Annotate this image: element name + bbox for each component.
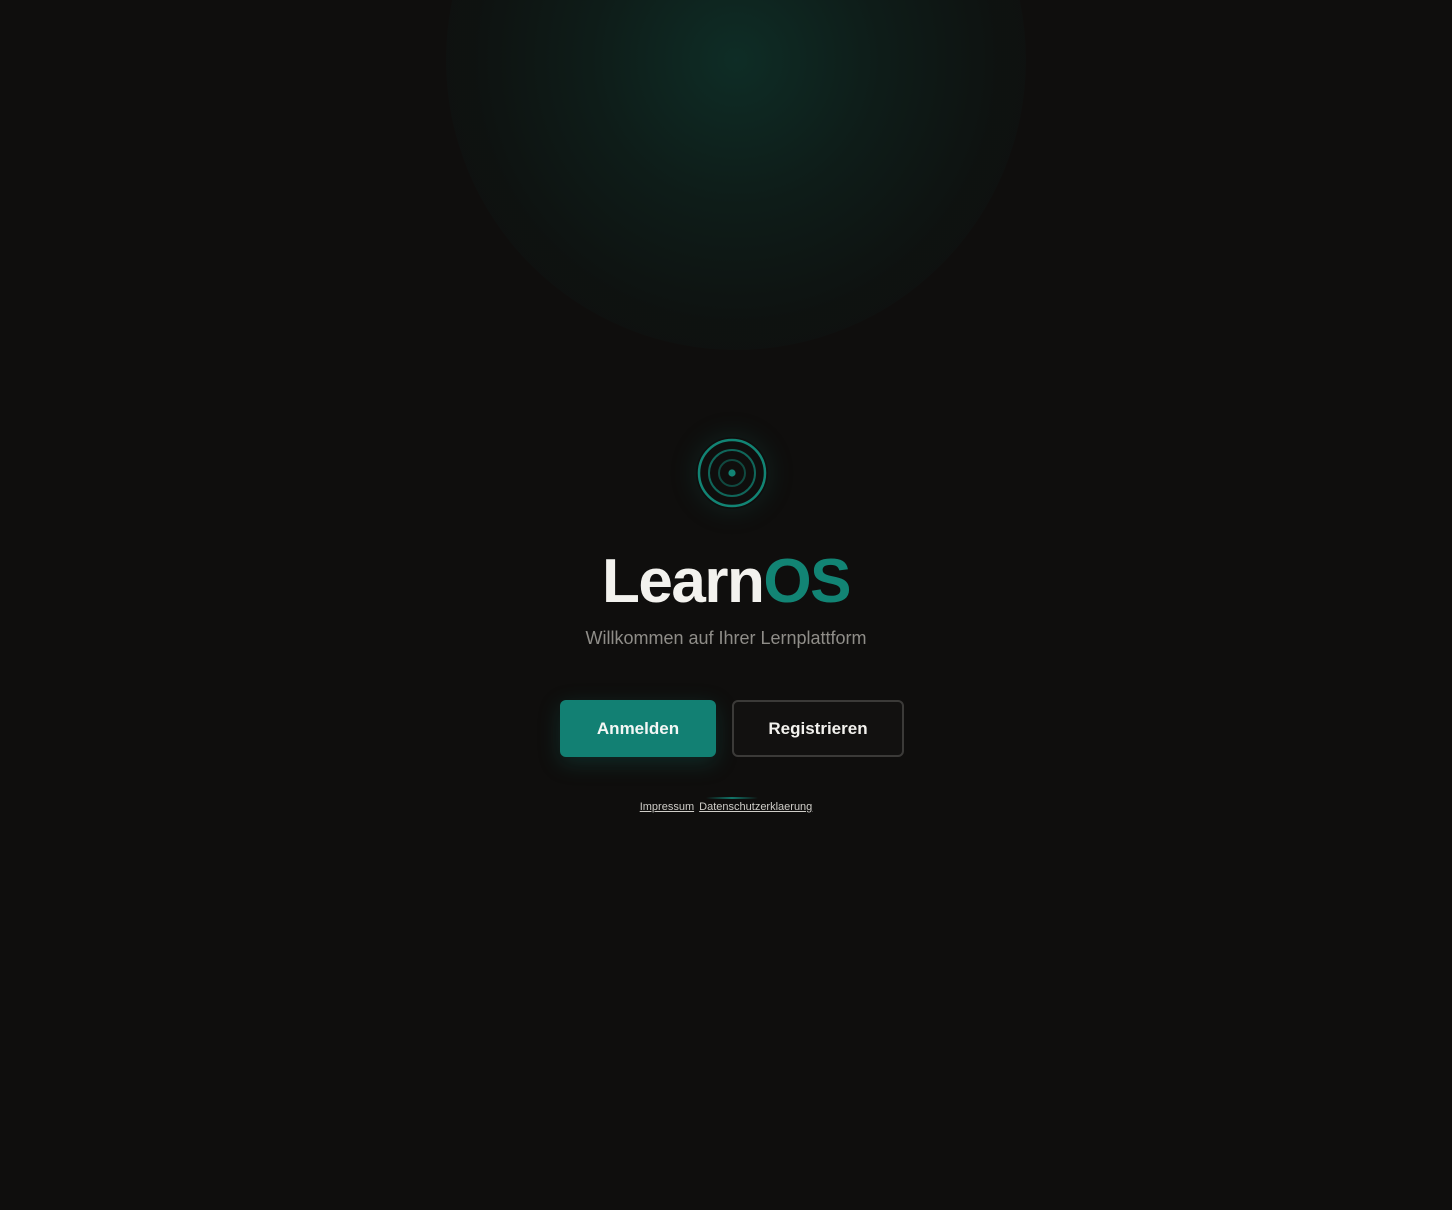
footer-links: Impressum Datenschutzerklaerung <box>0 800 1452 814</box>
imprint-link[interactable]: Impressum <box>640 801 694 813</box>
brand-name-part1: Learn <box>602 547 765 616</box>
tagline: Willkommen auf Ihrer Lernplattform <box>585 628 867 648</box>
register-button[interactable]: Registrieren <box>732 700 904 757</box>
landing-page: LearnOS Willkommen auf Ihrer Lernplattfo… <box>0 0 1452 1210</box>
privacy-link[interactable]: Datenschutzerklaerung <box>699 801 812 813</box>
accent-divider <box>706 797 758 799</box>
concentric-circles-icon <box>697 438 767 508</box>
brand-name-part2: OS <box>763 547 851 616</box>
login-button[interactable]: Anmelden <box>560 700 716 757</box>
background-glow <box>446 0 1026 350</box>
logo-icon <box>696 437 768 509</box>
brand-title: LearnOS <box>0 546 1452 618</box>
